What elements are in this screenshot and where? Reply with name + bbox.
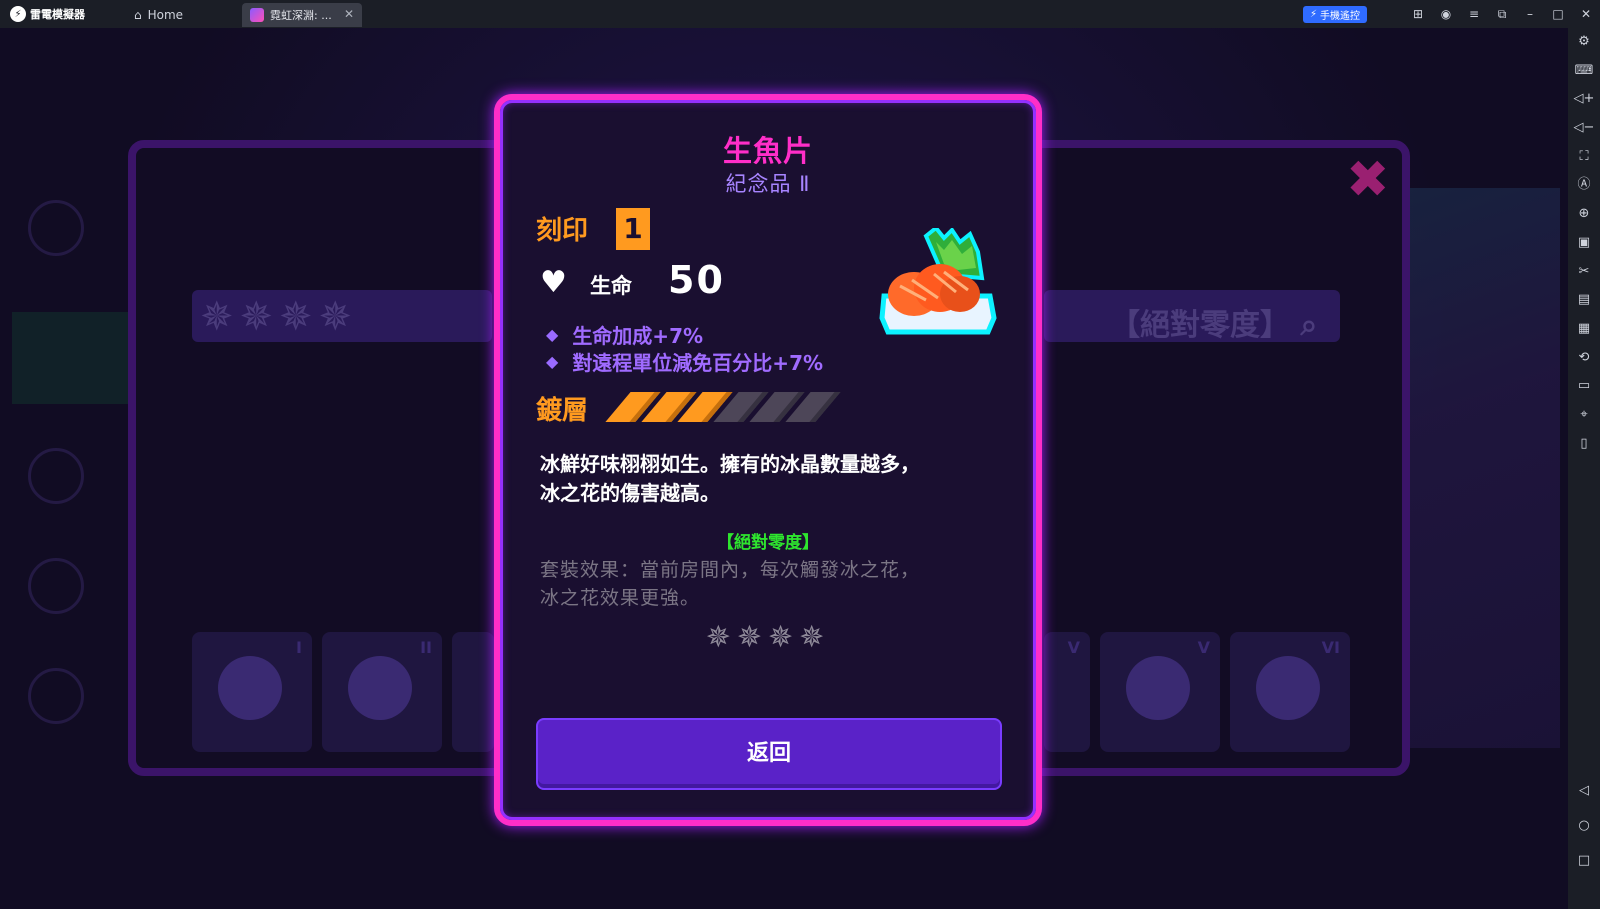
- menu-icon[interactable]: ≡: [1460, 7, 1488, 21]
- slot-number: II: [420, 638, 432, 657]
- background-stars: ✵✵✵✵: [200, 294, 359, 340]
- keyboard-icon[interactable]: ⌨: [1568, 63, 1600, 79]
- background-item-slot: I: [192, 632, 312, 752]
- close-icon[interactable]: ✕: [1572, 7, 1600, 21]
- tab-home[interactable]: ⌂ Home: [122, 4, 232, 26]
- item-category: 紀念品 Ⅱ: [725, 172, 811, 196]
- apk-icon[interactable]: ▣: [1568, 235, 1600, 251]
- set-effect-line: 套裝效果：當前房間內，每次觸發冰之花，: [540, 559, 921, 581]
- game-icon: [250, 8, 264, 22]
- back-icon[interactable]: ◁: [1568, 783, 1600, 799]
- background-set-label: 【絕對零度】 ⌕: [1110, 300, 1317, 344]
- brand-name: 雷電模擬器: [30, 8, 85, 21]
- background-close-icon: ✖: [1346, 150, 1390, 210]
- background-item-slot: [452, 632, 494, 752]
- slot-number: V: [1197, 638, 1210, 657]
- set-progress-stars: ✵✵✵✵: [705, 620, 831, 655]
- sashimi-item-icon: [879, 228, 997, 335]
- tab-game-label: 霓虹深淵: ...: [270, 9, 332, 22]
- lightning-icon: ⚡: [1309, 9, 1318, 20]
- back-button[interactable]: 返回: [536, 718, 1002, 790]
- bonus-line: ◆ 對遠程單位減免百分比+7%: [546, 347, 823, 376]
- set-effect-line: 冰之花效果更強。: [540, 587, 701, 609]
- item-detail-dialog: 生魚片 紀念品 Ⅱ 刻印 1 ♥ 生命 50 ◆ 生命加成+7% ◆ 對遠程單位…: [494, 94, 1042, 826]
- set-name: 【絕對零度】: [717, 533, 819, 553]
- search-icon: ⌕: [1300, 308, 1318, 343]
- background-set-name: 【絕對零度】: [1110, 308, 1290, 343]
- emulator-sidebar: ⚙ ⌨ ◁+ ◁− ⛶ Ⓐ ⊕ ▣ ✂ ▤ ▦ ⟲ ▭ ⌖ ▯ ◁ ○ □: [1568, 28, 1600, 909]
- diamond-bullet-icon: ◆: [546, 352, 559, 371]
- item-name: 生魚片: [722, 134, 813, 168]
- screenshot-icon[interactable]: ⛶: [1568, 149, 1600, 165]
- location-icon[interactable]: ⌖: [1568, 407, 1600, 423]
- item-description: 冰鮮好味栩栩如生。擁有的冰晶數量越多， 冰之花的傷害越高。: [540, 450, 1000, 508]
- background-avatar: [28, 558, 84, 614]
- stat-label: 生命: [590, 274, 632, 298]
- volume-down-icon[interactable]: ◁−: [1568, 120, 1600, 136]
- background-avatar: [28, 668, 84, 724]
- background-item-slot: V: [1100, 632, 1220, 752]
- background-avatar: [28, 448, 84, 504]
- background-tab-highlight: [12, 312, 130, 404]
- imprint-label: 刻印: [536, 216, 589, 246]
- auto-icon[interactable]: Ⓐ: [1568, 177, 1600, 193]
- diamond-bullet-icon: ◆: [546, 325, 559, 344]
- plating-label: 鍍層: [536, 396, 589, 426]
- remote-control-label: 手機遙控: [1320, 11, 1361, 22]
- gamepad-icon[interactable]: ⊞: [1404, 7, 1432, 21]
- emulator-brand: ⚡ 雷電模擬器: [0, 6, 100, 22]
- background-item-slot: VI: [1230, 632, 1350, 752]
- settings-icon[interactable]: ⚙: [1568, 34, 1600, 50]
- bonus-text: 生命加成+7%: [572, 324, 704, 348]
- background-avatar: [28, 200, 84, 256]
- ldplayer-logo-icon: ⚡: [10, 6, 26, 22]
- game-viewport: ✖ ✵✵✵✵ 【絕對零度】 ⌕ I II V V VI 生魚片 紀念品 Ⅱ 刻印…: [0, 28, 1568, 909]
- multi-instance-icon[interactable]: ▤: [1568, 292, 1600, 308]
- heart-icon: ♥: [540, 265, 567, 300]
- imprint-level-badge: 1: [616, 208, 650, 250]
- background-item-slot: II: [322, 632, 442, 752]
- home-icon: ⌂: [134, 8, 142, 22]
- slot-number: VI: [1321, 638, 1340, 657]
- record-icon[interactable]: ▦: [1568, 321, 1600, 337]
- home-circle-icon[interactable]: ○: [1568, 818, 1600, 834]
- expand-icon[interactable]: ⧉: [1488, 7, 1516, 22]
- maximize-icon[interactable]: □: [1544, 7, 1572, 21]
- sync-icon[interactable]: ⟲: [1568, 350, 1600, 366]
- remote-control-button[interactable]: ⚡ 手機遙控: [1303, 6, 1367, 23]
- recent-apps-icon[interactable]: □: [1568, 853, 1600, 869]
- description-line: 冰鮮好味栩栩如生。擁有的冰晶數量越多，: [540, 452, 920, 476]
- description-line: 冰之花的傷害越高。: [540, 481, 720, 505]
- minimize-icon[interactable]: –: [1516, 7, 1544, 21]
- tab-game[interactable]: 霓虹深淵: ... ✕: [242, 3, 362, 27]
- folder-icon[interactable]: ▭: [1568, 378, 1600, 394]
- emulator-titlebar: ⚡ 雷電模擬器 ⌂ Home 霓虹深淵: ... ✕ ⚡ 手機遙控 ⊞ ◉ ≡ …: [0, 0, 1600, 28]
- shake-icon[interactable]: ▯: [1568, 436, 1600, 452]
- volume-up-icon[interactable]: ◁+: [1568, 91, 1600, 107]
- bonus-line: ◆ 生命加成+7%: [546, 320, 703, 349]
- tab-close-icon[interactable]: ✕: [344, 7, 354, 21]
- stat-value: 50: [668, 258, 725, 302]
- account-icon[interactable]: ◉: [1432, 7, 1460, 21]
- slot-number: V: [1067, 638, 1080, 657]
- add-window-icon[interactable]: ⊕: [1568, 206, 1600, 222]
- bonus-text: 對遠程單位減免百分比+7%: [572, 351, 824, 375]
- slot-number: I: [296, 638, 302, 657]
- plating-meter: [605, 392, 841, 422]
- set-effect: 套裝效果：當前房間內，每次觸發冰之花， 冰之花效果更強。: [540, 556, 1000, 612]
- scissors-icon[interactable]: ✂: [1568, 264, 1600, 280]
- background-item-slot: V: [1044, 632, 1090, 752]
- tab-home-label: Home: [147, 8, 184, 22]
